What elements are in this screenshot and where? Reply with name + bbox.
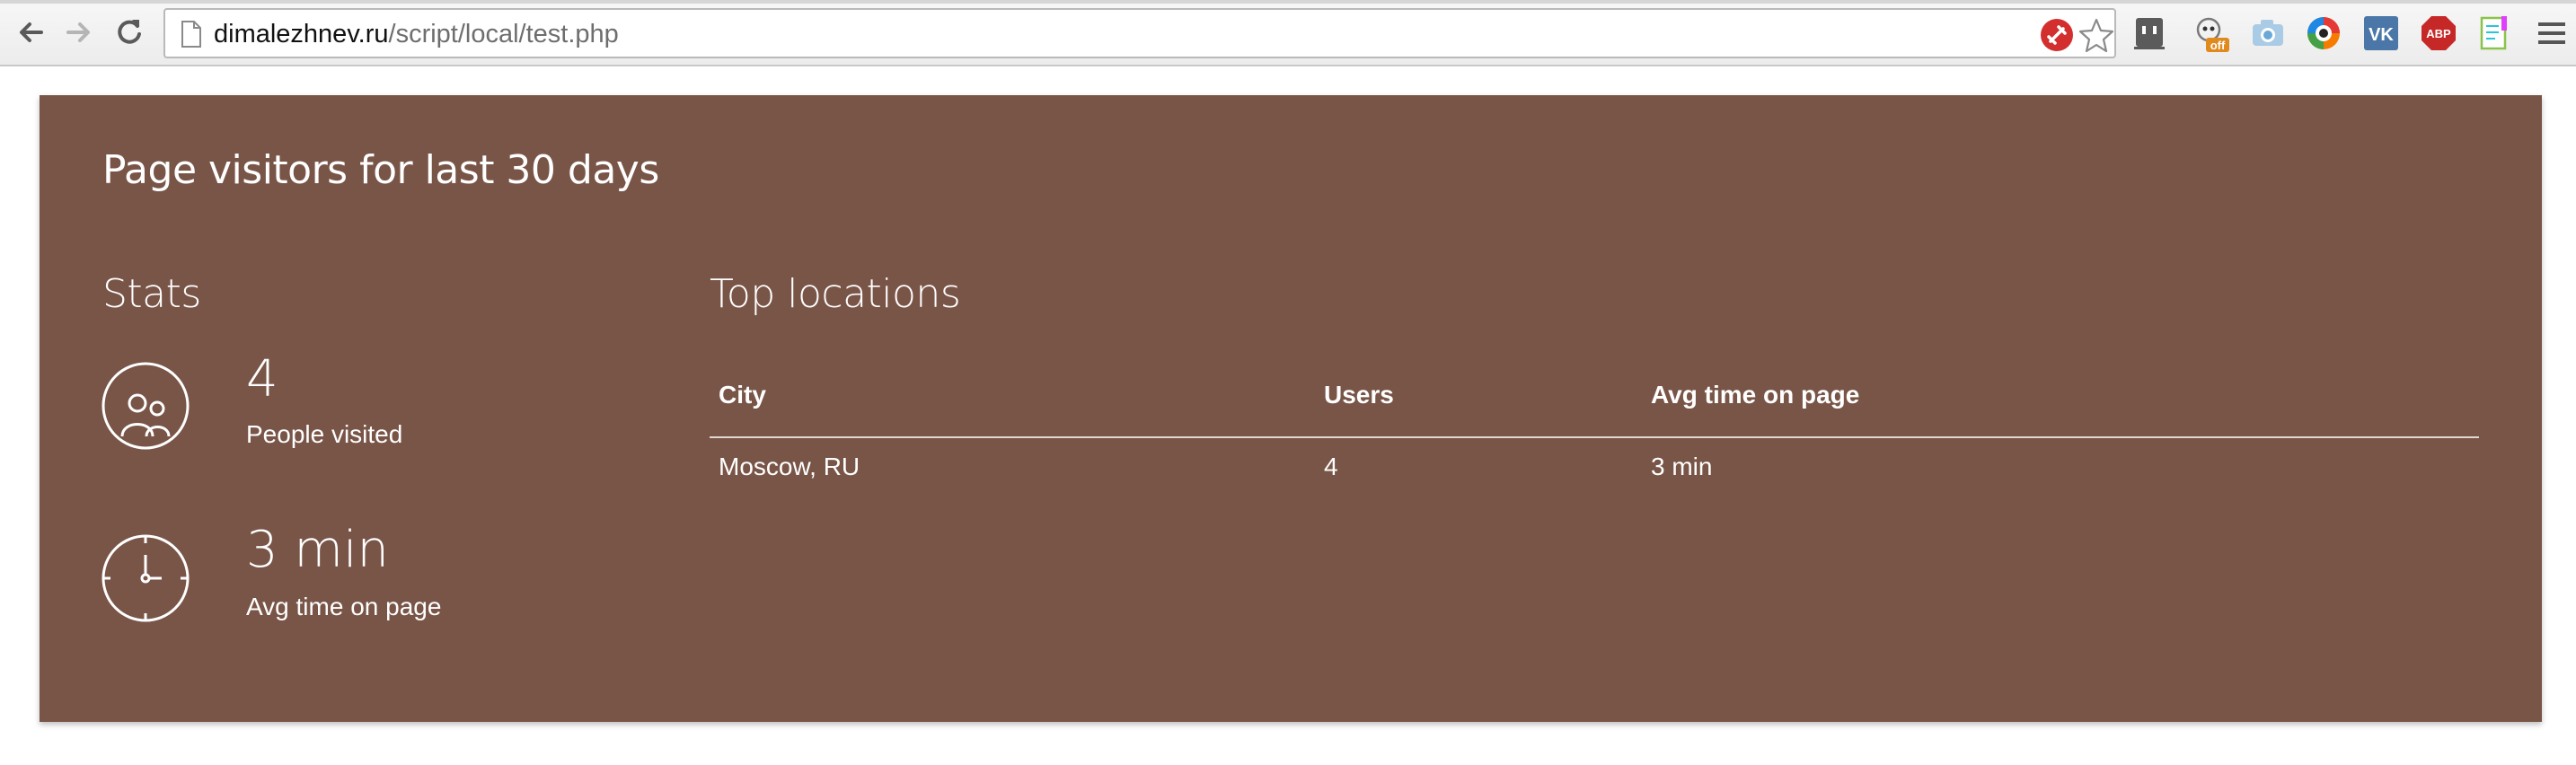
address-bar[interactable]: dimalezhnev.ru/script/local/test.php [163,8,2116,58]
visitors-card: Page visitors for last 30 days Stats 4 P… [40,95,2542,722]
top-locations-heading: Top locations [710,271,961,317]
color-eye-button[interactable] [2305,14,2342,52]
column-header-users: Users [1324,381,1394,409]
chrome-menu-button[interactable] [2533,14,2571,52]
reload-icon [118,20,141,44]
reload-button[interactable] [110,13,149,52]
avg-time-label: Avg time on page [246,593,442,620]
people-visited-value: 4 [246,350,278,409]
page-icon [181,21,201,48]
forward-button[interactable] [59,13,99,52]
svg-text:off: off [2210,39,2226,52]
camera-button[interactable] [2249,14,2287,52]
note-icon [2480,16,2507,50]
back-button[interactable] [11,13,50,52]
cell-avg-time: 3 min [1651,453,1713,480]
menu-icon [2538,22,2565,44]
avg-time-value: 3 min [246,521,390,579]
locations-table: City Users Avg time on page Moscow, RU 4… [710,365,2479,494]
adblock-icon: ABP [2422,16,2456,50]
lastpass-icon[interactable] [2039,17,2075,53]
column-header-avg-time: Avg time on page [1651,381,1860,409]
url-path: /script/local/test.php [388,20,619,48]
face-ext-button[interactable] [2130,14,2168,52]
ghost-off-button[interactable]: off [2192,14,2229,52]
page-title: Page visitors for last 30 days [102,147,659,193]
back-arrow-icon [20,22,43,42]
svg-text:ABP: ABP [2426,27,2451,40]
table-header: City Users Avg time on page [710,365,2479,438]
svg-text:VK: VK [2369,25,2394,45]
column-header-city: City [719,381,766,409]
tab-strip-edge [0,0,2576,4]
url-text[interactable]: dimalezhnev.ru/script/local/test.php [214,19,619,49]
vk-icon: VK [2364,16,2398,50]
cell-users: 4 [1324,453,1338,480]
stats-heading: Stats [102,271,201,317]
note-button[interactable] [2475,14,2513,52]
vk-button[interactable]: VK [2362,14,2400,52]
camera-icon [2253,20,2283,46]
people-icon [101,362,190,450]
cell-city: Moscow, RU [719,453,860,480]
adblock-button[interactable]: ABP [2420,14,2457,52]
people-visited-label: People visited [246,420,403,448]
url-host: dimalezhnev.ru [214,20,389,48]
table-row: Moscow, RU 4 3 min [710,438,2479,494]
face-ext-icon [2134,18,2165,49]
color-eye-icon [2307,17,2340,49]
ghost-off-icon: off [2196,17,2229,52]
clock-icon [101,534,190,622]
forward-arrow-icon [66,22,90,42]
browser-toolbar: dimalezhnev.ru/script/local/test.php off [0,0,2576,66]
bookmark-star-icon[interactable] [2078,17,2114,53]
